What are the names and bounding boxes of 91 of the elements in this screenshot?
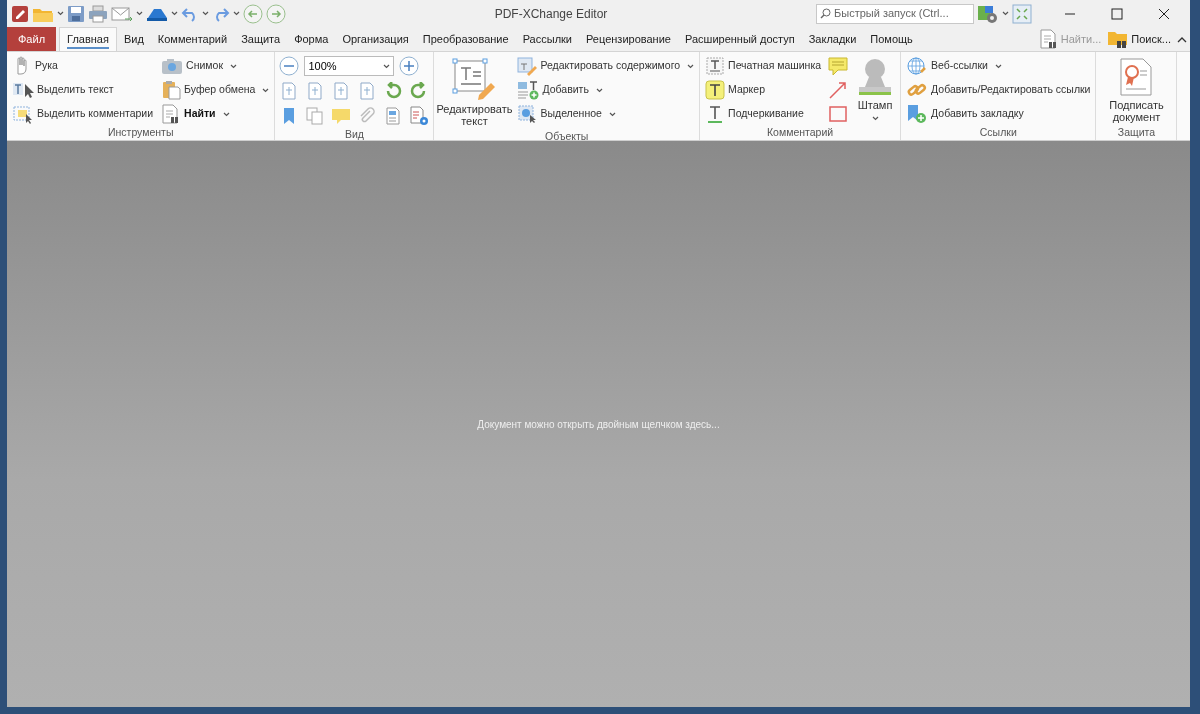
rectangle-button[interactable] bbox=[827, 103, 850, 125]
ribbon-tab[interactable]: Защита bbox=[234, 27, 288, 51]
selection-icon bbox=[517, 104, 538, 124]
document-binoculars-icon bbox=[1038, 29, 1059, 49]
page-icon bbox=[333, 82, 350, 100]
save-icon[interactable] bbox=[67, 4, 85, 23]
caret-icon[interactable] bbox=[171, 11, 178, 16]
search-button[interactable]: Поиск... bbox=[1104, 27, 1174, 51]
text-edit-pencil-icon bbox=[451, 57, 498, 101]
ribbon-tab[interactable]: Расширенный доступ bbox=[677, 27, 802, 51]
highlight-icon bbox=[705, 80, 726, 100]
clipboard-icon bbox=[161, 80, 182, 100]
ribbon-button[interactable]: Печатная машинка bbox=[703, 55, 824, 77]
group-label: Вид bbox=[343, 127, 365, 142]
group-label: Ссылки bbox=[978, 125, 1018, 140]
zoom-out-icon bbox=[279, 56, 300, 76]
speech-bubble-button[interactable] bbox=[827, 55, 850, 77]
ribbon-button[interactable]: Маркер bbox=[703, 79, 824, 101]
zoom-in-button[interactable] bbox=[398, 55, 421, 77]
collapse-chevron-icon bbox=[1177, 35, 1187, 43]
ribbon-button[interactable]: Редактировать содержимого bbox=[515, 55, 697, 77]
ribbon-tab[interactable]: Рецензирование bbox=[579, 27, 678, 51]
ribbon-button[interactable]: Выделить комментарии bbox=[10, 103, 156, 125]
camera-icon bbox=[161, 57, 184, 75]
ribbon-button[interactable]: Найти bbox=[159, 103, 272, 125]
ribbon-large-button[interactable]: Штамп bbox=[853, 55, 898, 125]
ribbon-large-button[interactable]: Подписать документ bbox=[1099, 55, 1174, 126]
globe-link-icon bbox=[906, 56, 929, 76]
paperclip-icon bbox=[358, 107, 377, 125]
bookmark-icon bbox=[282, 107, 297, 125]
caret-icon[interactable] bbox=[1002, 11, 1009, 16]
ribbon-button[interactable]: Рука bbox=[10, 55, 156, 77]
arrow-icon bbox=[828, 80, 849, 100]
rectangle-icon bbox=[828, 105, 849, 123]
zoom-in-icon bbox=[399, 56, 420, 76]
ribbon-tab[interactable]: Организация bbox=[335, 27, 416, 51]
maximize-icon bbox=[1111, 7, 1123, 20]
caret-icon[interactable] bbox=[202, 11, 209, 16]
certificate-icon bbox=[1118, 57, 1155, 97]
document-hint: Документ можно открыть двойным щелчком здесь... bbox=[477, 417, 720, 432]
file-menu-tab[interactable]: Файл bbox=[7, 27, 57, 51]
page-icon bbox=[307, 82, 324, 100]
comment-select-icon bbox=[12, 104, 34, 124]
close-icon bbox=[1158, 7, 1170, 20]
caret-icon[interactable] bbox=[57, 11, 64, 16]
document-gear-button[interactable] bbox=[408, 105, 431, 127]
search-icon bbox=[820, 8, 831, 19]
ribbon-button[interactable]: Выделить текст bbox=[10, 79, 156, 101]
ribbon-tab[interactable]: Главная bbox=[59, 27, 117, 51]
ribbon-tab[interactable]: Форма bbox=[287, 27, 336, 51]
rotate-left-icon bbox=[384, 82, 403, 100]
ribbon-tab[interactable]: Преобразование bbox=[415, 27, 516, 51]
content-edit-icon bbox=[517, 56, 538, 76]
pages-icon bbox=[306, 107, 325, 125]
settings-icon[interactable] bbox=[977, 3, 999, 24]
ribbon-tab[interactable]: Вид bbox=[116, 27, 151, 51]
group-label: Инструменты bbox=[107, 125, 175, 140]
caret-icon[interactable] bbox=[136, 11, 143, 16]
window-title: PDF-XChange Editor bbox=[493, 5, 609, 23]
add-bookmark-icon bbox=[906, 104, 929, 124]
ribbon-button[interactable]: Добавить bbox=[515, 79, 697, 101]
zoom-out-button[interactable] bbox=[278, 55, 301, 77]
folder-binoculars-icon bbox=[1107, 29, 1130, 49]
ribbon-tab[interactable]: Помощь bbox=[863, 27, 920, 51]
comment-icon bbox=[331, 107, 352, 125]
caret-icon bbox=[383, 63, 391, 69]
ribbon-tab[interactable]: Закладки bbox=[801, 27, 864, 51]
ribbon-tab[interactable]: Рассылки bbox=[515, 27, 579, 51]
document-icon bbox=[385, 107, 402, 125]
ribbon-button[interactable]: Снимок bbox=[159, 55, 272, 77]
ribbon-button[interactable]: Выделенное bbox=[515, 103, 697, 125]
speech-bubble-icon bbox=[827, 56, 850, 76]
ribbon-button[interactable]: Добавить закладку bbox=[904, 103, 1093, 125]
text-cursor-icon bbox=[12, 80, 34, 100]
printer-icon[interactable] bbox=[88, 4, 108, 23]
ribbon-button[interactable]: Веб-ссылки bbox=[904, 55, 1093, 77]
zoom-field[interactable]: 100% bbox=[304, 56, 395, 76]
caret-icon[interactable] bbox=[233, 11, 240, 16]
ribbon-tab[interactable]: Комментарий bbox=[150, 27, 235, 51]
group-label: Защита bbox=[1116, 125, 1157, 141]
group-label: Комментарий bbox=[766, 125, 835, 140]
add-content-icon bbox=[517, 80, 540, 100]
page-icon bbox=[359, 82, 376, 100]
document-gear-icon bbox=[409, 106, 430, 126]
ribbon-button[interactable]: Буфер обмена bbox=[159, 79, 272, 101]
app-logo-icon[interactable] bbox=[11, 4, 29, 23]
ribbon-button[interactable]: Подчеркивание bbox=[703, 103, 824, 125]
ribbon-button[interactable]: Добавить/Редактировать ссылки bbox=[904, 79, 1093, 101]
page-icon bbox=[281, 82, 298, 100]
quick-launch-field[interactable]: Быстрый запуск (Ctrl... bbox=[816, 3, 974, 24]
ribbon-large-button[interactable]: Редактировать текст bbox=[437, 55, 512, 130]
